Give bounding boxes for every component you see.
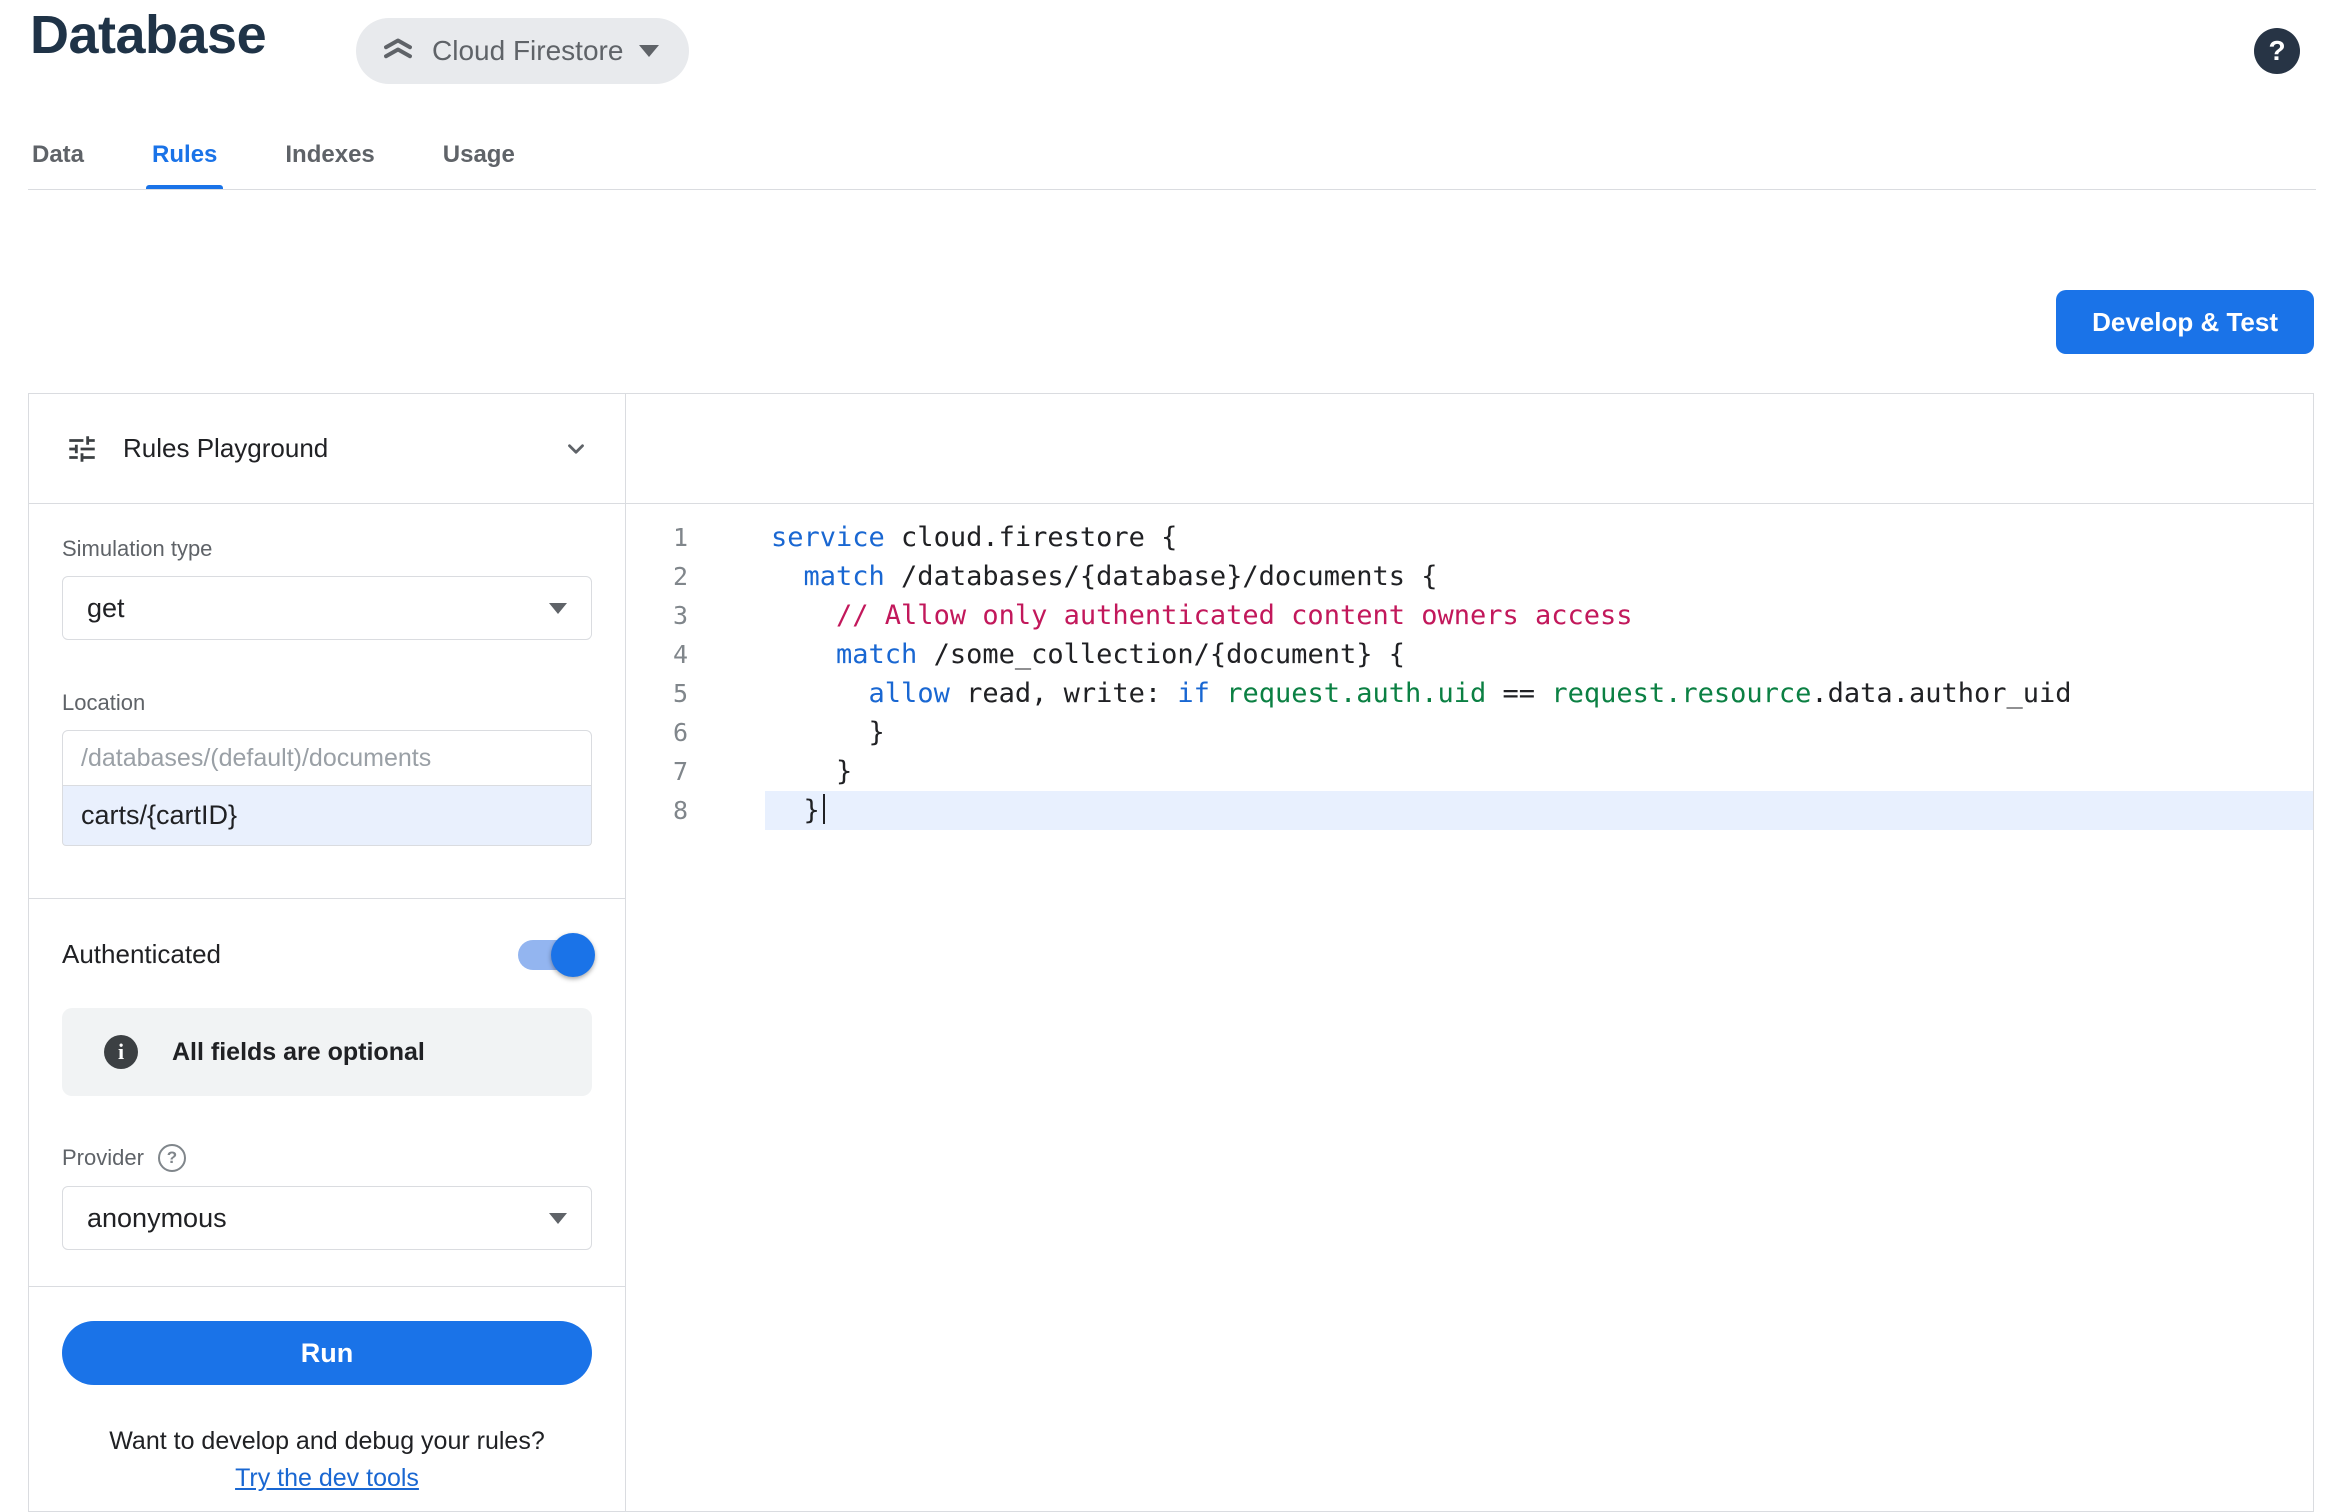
code-token: service bbox=[771, 522, 885, 553]
code-token bbox=[771, 639, 836, 670]
code-token: /some_collection/{document} { bbox=[917, 639, 1405, 670]
info-text: All fields are optional bbox=[172, 1038, 425, 1067]
code-line-content: allow read, write: if request.auth.uid =… bbox=[771, 674, 2072, 713]
line-number: 6 bbox=[626, 713, 688, 752]
tab-usage[interactable]: Usage bbox=[441, 120, 517, 190]
toggle-knob bbox=[551, 933, 595, 977]
run-button[interactable]: Run bbox=[62, 1321, 592, 1385]
line-number: 1 bbox=[626, 518, 688, 557]
authenticated-label: Authenticated bbox=[62, 939, 221, 970]
code-token: match bbox=[836, 639, 917, 670]
code-token: if bbox=[1177, 678, 1210, 709]
divider bbox=[29, 898, 625, 899]
code-line-content: // Allow only authenticated content owne… bbox=[771, 596, 1633, 635]
simulation-type-label: Simulation type bbox=[62, 536, 592, 562]
code-token: } bbox=[771, 756, 852, 787]
code-editor[interactable]: 1service cloud.firestore {2 match /datab… bbox=[626, 504, 2313, 1511]
code-token bbox=[771, 678, 869, 709]
code-line[interactable]: 1 service cloud.firestore { bbox=[626, 518, 2313, 557]
code-line[interactable]: 6 } bbox=[626, 713, 2313, 752]
help-icon: ? bbox=[2268, 35, 2285, 67]
tab-rules[interactable]: Rules bbox=[150, 120, 219, 190]
simulation-type-select[interactable]: get bbox=[62, 576, 592, 640]
provider-help-icon[interactable]: ? bbox=[158, 1144, 186, 1172]
code-token: == bbox=[1486, 678, 1551, 709]
info-banner: i All fields are optional bbox=[62, 1008, 592, 1096]
rules-editor: 1service cloud.firestore {2 match /datab… bbox=[626, 394, 2313, 1511]
code-token: } bbox=[771, 717, 885, 748]
divider bbox=[29, 1286, 625, 1287]
provider-label: Provider bbox=[62, 1145, 144, 1171]
code-token: // Allow only authenticated content owne… bbox=[836, 600, 1633, 631]
code-token: } bbox=[771, 795, 820, 826]
code-token bbox=[771, 600, 836, 631]
provider-row: Provider ? bbox=[62, 1144, 592, 1172]
line-number: 7 bbox=[626, 752, 688, 791]
line-number: 3 bbox=[626, 596, 688, 635]
location-base-path[interactable]: /databases/(default)/documents bbox=[62, 730, 592, 786]
chevron-down-icon bbox=[639, 45, 659, 57]
rules-playground-header[interactable]: Rules Playground bbox=[29, 394, 625, 504]
code-token: /databases/{database}/documents { bbox=[885, 561, 1438, 592]
simulation-type-value: get bbox=[87, 593, 125, 624]
authenticated-row: Authenticated bbox=[62, 939, 592, 970]
code-line-content: } bbox=[771, 791, 825, 830]
rules-playground-body: Simulation type get Location /databases/… bbox=[29, 504, 625, 1493]
code-token bbox=[1210, 678, 1226, 709]
code-line[interactable]: 5 allow read, write: if request.auth.uid… bbox=[626, 674, 2313, 713]
code-line-content: } bbox=[771, 752, 852, 791]
chevron-down-icon bbox=[549, 603, 567, 614]
rules-playground-sidebar: Rules Playground Simulation type get Loc… bbox=[29, 394, 626, 1511]
page-title: Database bbox=[30, 4, 266, 66]
database-selector-label: Cloud Firestore bbox=[432, 35, 623, 67]
tab-divider bbox=[28, 189, 2316, 190]
code-token: request.auth.uid bbox=[1226, 678, 1486, 709]
tab-bar: Data Rules Indexes Usage bbox=[30, 120, 517, 190]
code-line-content: match /some_collection/{document} { bbox=[771, 635, 1405, 674]
code-token: match bbox=[804, 561, 885, 592]
line-number: 5 bbox=[626, 674, 688, 713]
text-cursor bbox=[823, 794, 825, 824]
code-lines: 1service cloud.firestore {2 match /datab… bbox=[626, 518, 2313, 830]
dev-tools-link[interactable]: Try the dev tools bbox=[62, 1464, 592, 1493]
code-token: cloud.firestore { bbox=[885, 522, 1178, 553]
line-number: 8 bbox=[626, 791, 688, 830]
code-line[interactable]: 7 } bbox=[626, 752, 2313, 791]
tune-icon bbox=[65, 432, 99, 466]
database-selector[interactable]: Cloud Firestore bbox=[356, 18, 689, 84]
location-label: Location bbox=[62, 690, 592, 716]
code-token bbox=[771, 561, 804, 592]
code-line[interactable]: 2 match /databases/{database}/documents … bbox=[626, 557, 2313, 596]
code-token: request.resource bbox=[1551, 678, 1811, 709]
code-token: .data.author_uid bbox=[1811, 678, 2071, 709]
code-token: read, write: bbox=[950, 678, 1178, 709]
line-number: 2 bbox=[626, 557, 688, 596]
rules-panel: Rules Playground Simulation type get Loc… bbox=[28, 393, 2314, 1512]
rules-playground-title: Rules Playground bbox=[123, 433, 539, 464]
code-line-content: match /databases/{database}/documents { bbox=[771, 557, 1437, 596]
help-button[interactable]: ? bbox=[2254, 28, 2300, 74]
authenticated-toggle[interactable] bbox=[518, 940, 592, 970]
code-line-content: service cloud.firestore { bbox=[771, 518, 1177, 557]
info-icon: i bbox=[104, 1035, 138, 1069]
provider-select[interactable]: anonymous bbox=[62, 1186, 592, 1250]
firestore-icon bbox=[380, 33, 416, 69]
code-line-content: } bbox=[771, 713, 885, 752]
develop-test-button[interactable]: Develop & Test bbox=[2056, 290, 2314, 354]
tab-indexes[interactable]: Indexes bbox=[283, 120, 376, 190]
chevron-down-icon bbox=[549, 1213, 567, 1224]
location-input[interactable]: carts/{cartID} bbox=[62, 786, 592, 846]
editor-toolbar bbox=[626, 394, 2313, 504]
code-token: allow bbox=[869, 678, 950, 709]
code-line[interactable]: 8 } bbox=[626, 791, 2313, 830]
collapse-chevron-icon[interactable] bbox=[563, 436, 589, 462]
provider-value: anonymous bbox=[87, 1203, 227, 1234]
dev-tools-text: Want to develop and debug your rules? bbox=[62, 1427, 592, 1456]
line-number: 4 bbox=[626, 635, 688, 674]
code-line[interactable]: 4 match /some_collection/{document} { bbox=[626, 635, 2313, 674]
tab-data[interactable]: Data bbox=[30, 120, 86, 190]
code-line[interactable]: 3 // Allow only authenticated content ow… bbox=[626, 596, 2313, 635]
